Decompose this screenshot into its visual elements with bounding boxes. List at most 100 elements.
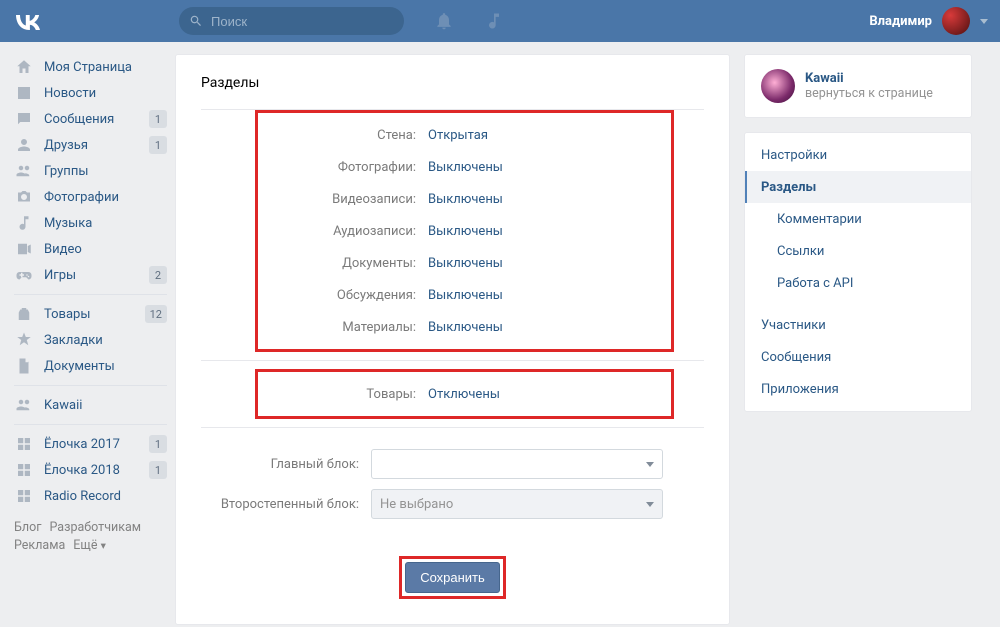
setting-value[interactable]: Отключены (428, 387, 500, 402)
right-nav-item[interactable]: Сообщения (745, 341, 971, 373)
music-icon (14, 213, 34, 233)
nav-item[interactable]: Игры 2 (14, 262, 175, 288)
chevron-down-icon (646, 462, 654, 467)
music-icon[interactable] (484, 11, 504, 31)
group-subtitle: вернуться к странице (805, 86, 933, 101)
docs-icon (14, 356, 34, 376)
app-icon (14, 434, 34, 454)
home-icon (14, 57, 34, 77)
right-nav-item[interactable]: Разделы (745, 171, 971, 203)
photos-icon (14, 187, 34, 207)
nav-label: Ёлочка 2018 (44, 463, 120, 478)
nav-item[interactable]: Моя Страница (14, 54, 175, 80)
nav-item[interactable]: Музыка (14, 210, 175, 236)
setting-label: Материалы: (258, 320, 428, 335)
nav-label: Ёлочка 2017 (44, 437, 120, 452)
nav-badge: 2 (149, 266, 167, 284)
messages-icon (14, 109, 34, 129)
setting-value[interactable]: Выключены (428, 160, 503, 175)
nav-item[interactable]: Документы (14, 353, 175, 379)
right-nav-item[interactable]: Настройки (745, 139, 971, 171)
nav-label: Группы (44, 164, 88, 179)
nav-item[interactable]: Новости (14, 80, 175, 106)
setting-value[interactable]: Выключены (428, 224, 503, 239)
nav-item[interactable]: Группы (14, 158, 175, 184)
group-info[interactable]: Kawaii вернуться к странице (761, 69, 955, 103)
setting-label: Стена: (258, 128, 428, 143)
secondary-block-select[interactable]: Не выбрано (371, 489, 663, 519)
nav-label: Новости (44, 86, 96, 101)
group-name: Kawaii (805, 71, 933, 86)
setting-label: Видеозаписи: (258, 192, 428, 207)
right-nav-item[interactable]: Участники (745, 309, 971, 341)
nav-label: Музыка (44, 216, 92, 231)
nav-label: Закладки (44, 333, 103, 348)
save-button[interactable]: Сохранить (405, 562, 500, 593)
setting-value[interactable]: Открытая (428, 128, 488, 143)
nav-item[interactable]: Видео (14, 236, 175, 262)
page-title: Разделы (201, 75, 704, 110)
sections-block-2: Товары:Отключены (255, 369, 674, 419)
nav-badge: 1 (149, 461, 167, 479)
search-input[interactable] (211, 14, 394, 29)
news-icon (14, 83, 34, 103)
groups-icon (14, 395, 34, 415)
setting-label: Документы: (258, 256, 428, 271)
setting-label: Обсуждения: (258, 288, 428, 303)
nav-label: Kawaii (44, 398, 82, 413)
secondary-block-label: Второстепенный блок: (201, 497, 371, 512)
app-icon (14, 486, 34, 506)
nav-item[interactable]: Kawaii (14, 392, 175, 418)
setting-value[interactable]: Выключены (428, 192, 503, 207)
right-nav-item[interactable]: Работа с API (745, 267, 971, 299)
right-nav-item[interactable]: Ссылки (745, 235, 971, 267)
search-icon (189, 14, 203, 28)
chevron-down-icon (646, 502, 654, 507)
nav-item[interactable]: Товары12 (14, 301, 175, 327)
nav-label: Видео (44, 242, 82, 257)
nav-label: Моя Страница (44, 60, 132, 75)
nav-item[interactable]: Фотографии (14, 184, 175, 210)
nav-item[interactable]: Друзья 1 (14, 132, 175, 158)
nav-label: Фотографии (44, 190, 119, 205)
avatar (942, 7, 970, 35)
groups-icon (14, 161, 34, 181)
right-nav-item[interactable]: Комментарии (745, 203, 971, 235)
nav-badge: 1 (149, 136, 167, 154)
setting-label: Фотографии: (258, 160, 428, 175)
main-block-label: Главный блок: (201, 457, 371, 472)
games-icon (14, 265, 34, 285)
video-icon (14, 239, 34, 259)
vk-logo[interactable] (12, 12, 44, 30)
market-icon (14, 304, 34, 324)
nav-badge: 1 (149, 435, 167, 453)
setting-label: Аудиозаписи: (258, 224, 428, 239)
notifications-icon[interactable] (434, 11, 454, 31)
app-icon (14, 460, 34, 480)
nav-item[interactable]: Закладки (14, 327, 175, 353)
bookmark-icon (14, 330, 34, 350)
sections-block-1: Стена:ОткрытаяФотографии:ВыключеныВидеоз… (255, 110, 674, 352)
nav-label: Игры (44, 268, 76, 283)
nav-item[interactable]: Ёлочка 2018 1 (14, 457, 175, 483)
nav-label: Документы (44, 359, 115, 374)
nav-label: Друзья (44, 138, 88, 153)
nav-item[interactable]: Radio Record (14, 483, 175, 509)
setting-value[interactable]: Выключены (428, 320, 503, 335)
search-box[interactable] (179, 7, 404, 35)
nav-label: Radio Record (44, 489, 121, 504)
friends-icon (14, 135, 34, 155)
right-nav-item[interactable]: Приложения (745, 373, 971, 405)
nav-item[interactable]: Сообщения1 (14, 106, 175, 132)
header-user[interactable]: Владимир (869, 7, 988, 35)
setting-value[interactable]: Выключены (428, 256, 503, 271)
setting-label: Товары: (258, 387, 428, 402)
save-highlight: Сохранить (399, 556, 506, 599)
chevron-down-icon (980, 19, 988, 24)
nav-badge: 1 (149, 110, 167, 128)
setting-value[interactable]: Выключены (428, 288, 503, 303)
nav-label: Товары (44, 307, 90, 322)
nav-item[interactable]: Ёлочка 2017 1 (14, 431, 175, 457)
main-block-select[interactable] (371, 449, 663, 479)
username: Владимир (869, 14, 932, 29)
